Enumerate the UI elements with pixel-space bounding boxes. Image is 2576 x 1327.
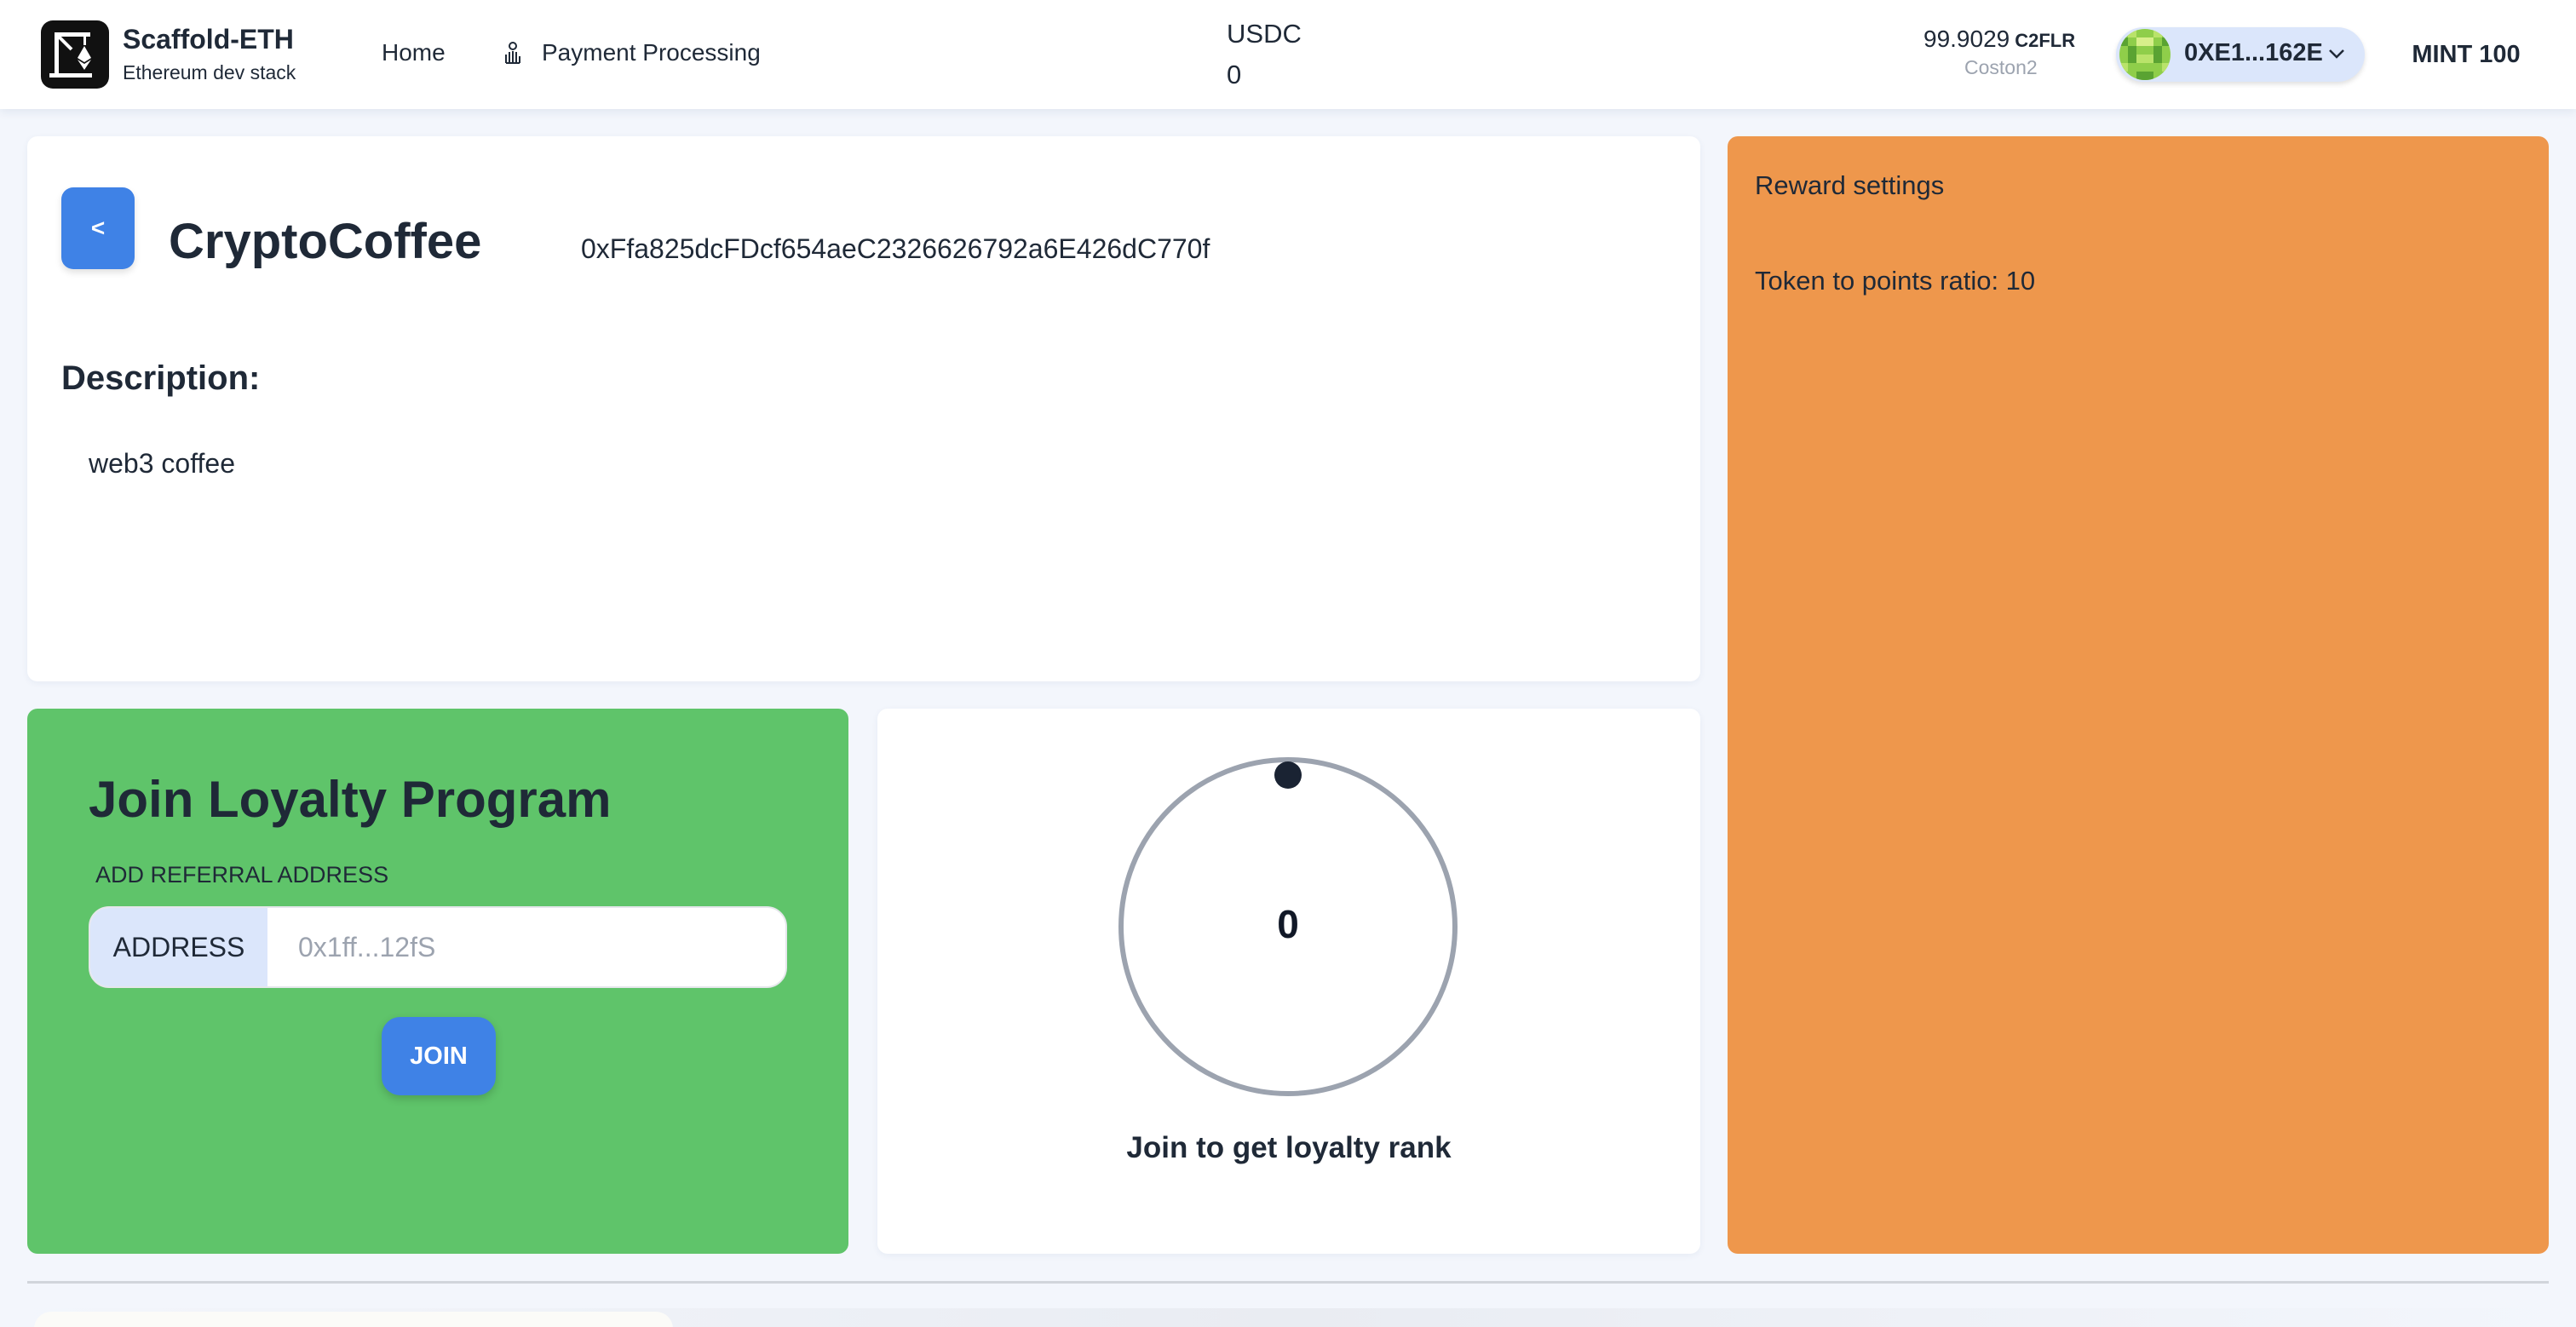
native-balance: 99.9029 C2FLR xyxy=(1923,26,2075,53)
referral-address-input[interactable] xyxy=(267,908,785,986)
blockie-avatar[interactable] xyxy=(2119,29,2171,80)
address-prefix-label: ADDRESS xyxy=(90,908,267,986)
brand-subtitle: Ethereum dev stack xyxy=(123,61,296,83)
chevron-down-icon[interactable] xyxy=(2326,43,2348,65)
shop-name: CryptoCoffee xyxy=(169,214,482,269)
token-points-ratio: Token to points ratio: 10 xyxy=(1755,266,2036,296)
description-heading: Description: xyxy=(61,359,261,397)
account-address[interactable]: 0XE1...162E xyxy=(2184,39,2323,67)
join-button[interactable]: JOIN xyxy=(382,1017,496,1095)
referral-address-group: ADDRESS xyxy=(89,906,787,988)
usdc-balance: 0 xyxy=(1227,60,1242,89)
balance-value: 99.9029 xyxy=(1923,26,2010,52)
back-button[interactable]: < xyxy=(61,187,135,269)
network-name: Coston2 xyxy=(1964,56,2038,78)
footer-pill xyxy=(34,1312,673,1327)
description-text: web3 coffee xyxy=(89,448,235,479)
page-divider xyxy=(27,1281,2549,1284)
nav-payment-processing-link[interactable]: Payment Processing xyxy=(542,39,761,66)
payment-hand-icon[interactable] xyxy=(499,39,526,66)
referral-address-label: ADD REFERRAL ADDRESS xyxy=(95,862,389,888)
usdc-label: USDC xyxy=(1227,19,1302,49)
loyalty-rank-caption: Join to get loyalty rank xyxy=(1126,1131,1452,1164)
nav-home-link[interactable]: Home xyxy=(382,39,446,66)
balance-unit: C2FLR xyxy=(2015,30,2076,51)
join-loyalty-title: Join Loyalty Program xyxy=(89,771,612,828)
reward-settings-title: Reward settings xyxy=(1755,170,1945,200)
brand-title[interactable]: Scaffold-ETH xyxy=(123,24,294,55)
rank-progress-dot xyxy=(1274,761,1302,789)
mint-button[interactable]: MINT 100 xyxy=(2394,37,2539,72)
reward-settings-card xyxy=(1728,136,2549,1254)
scaffold-logo-icon[interactable] xyxy=(41,20,109,89)
shop-contract-address: 0xFfa825dcFDcf654aeC2326626792a6E426dC77… xyxy=(581,233,1210,264)
loyalty-rank-value: 0 xyxy=(1277,902,1299,946)
